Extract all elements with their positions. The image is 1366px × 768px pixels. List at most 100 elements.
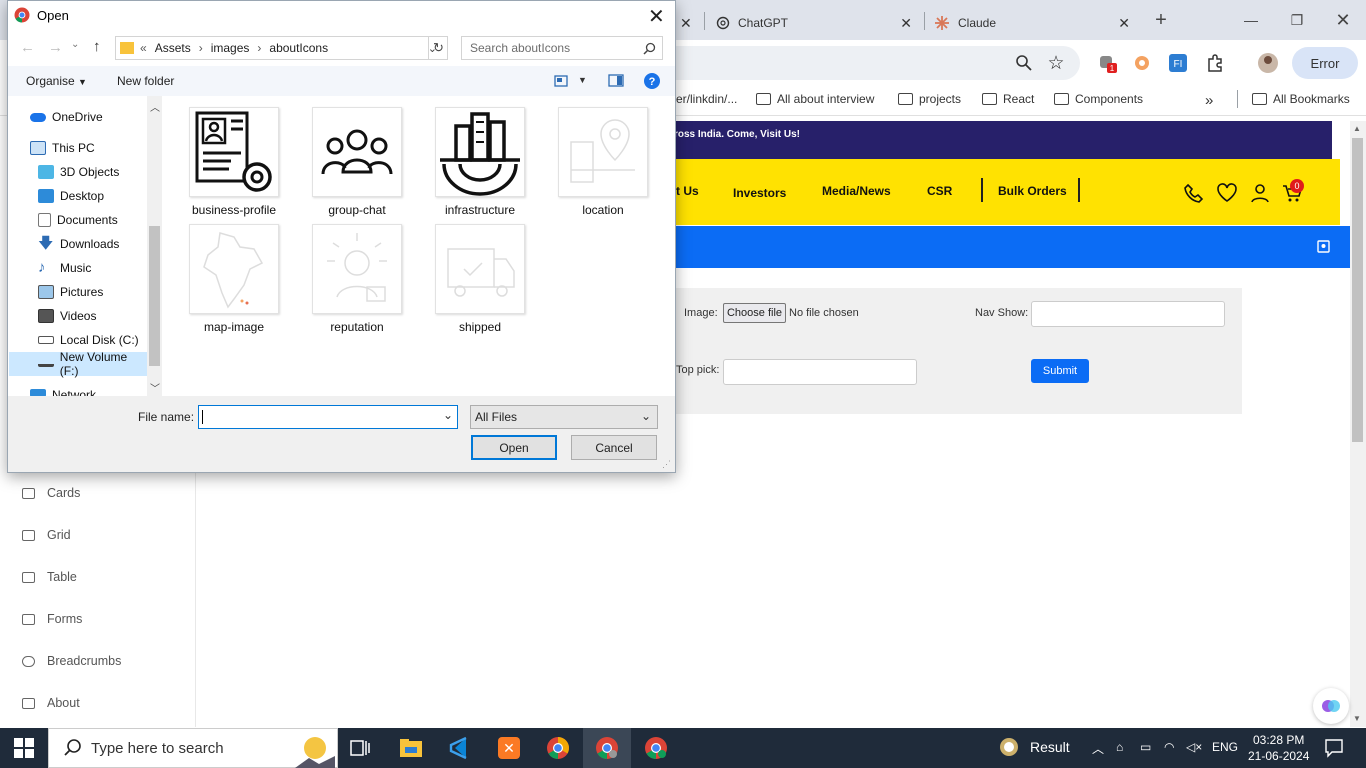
file-item[interactable]: business-profile [179, 107, 289, 217]
breadcrumb-chevron-icon[interactable]: › [199, 41, 203, 55]
more-bookmarks-chevron-icon[interactable]: » [1205, 92, 1213, 109]
restore-button[interactable]: ❐ [1282, 8, 1312, 32]
extension-icon[interactable]: FI [1166, 51, 1190, 75]
tab-close-current[interactable]: ✕ [680, 6, 700, 40]
preview-pane-icon[interactable] [608, 74, 624, 87]
assistant-bubble[interactable] [1313, 688, 1349, 724]
avatar[interactable] [1256, 51, 1280, 75]
view-options-icon[interactable] [554, 75, 568, 87]
choose-file-button[interactable]: Choose file [723, 303, 786, 323]
cancel-button[interactable]: Cancel [571, 435, 657, 460]
puzzle-icon[interactable] [1203, 51, 1227, 75]
file-type-select[interactable]: All Files ⌄ [470, 405, 658, 429]
sidebar-item-forms[interactable]: Forms [22, 612, 82, 626]
taskbar-search[interactable]: Type here to search [48, 728, 338, 768]
close-icon[interactable]: ✕ [900, 15, 912, 32]
chrome-icon[interactable] [543, 733, 573, 763]
all-bookmarks-button[interactable]: All Bookmarks [1252, 92, 1350, 106]
view-dropdown-chevron-icon[interactable]: ▼ [578, 75, 587, 85]
nav-show-input[interactable] [1031, 301, 1225, 327]
bookmark-folder[interactable]: projects [898, 92, 961, 106]
file-item[interactable]: map-image [179, 224, 289, 334]
new-tab-button[interactable]: + [1146, 8, 1176, 32]
chrome-profile-icon[interactable] [592, 733, 622, 763]
file-name-input[interactable]: ⌄ [198, 405, 458, 429]
bookmark-star-icon[interactable]: ☆ [1044, 51, 1068, 75]
clock[interactable]: 03:28 PM 21-06-2024 [1248, 732, 1309, 764]
vscode-icon[interactable] [445, 733, 475, 763]
extension-icon[interactable]: 1 [1096, 51, 1120, 75]
bookmark-item[interactable]: er/linkdin/... [676, 92, 737, 106]
organise-menu[interactable]: Organise ▼ [26, 74, 87, 88]
file-item[interactable]: shipped [425, 224, 535, 334]
phone-icon[interactable] [1183, 182, 1205, 204]
page-scroll-thumb[interactable] [1352, 138, 1363, 442]
scroll-down-arrow-icon[interactable]: ▼ [1353, 714, 1361, 723]
meet-now-icon[interactable]: ⌂ [1116, 740, 1123, 754]
language-indicator[interactable]: ENG [1212, 740, 1238, 754]
help-icon[interactable]: ? [643, 72, 661, 90]
forward-arrow-icon[interactable]: → [48, 39, 63, 56]
image-icon[interactable] [1317, 240, 1330, 253]
sidebar-item-about[interactable]: About [22, 696, 80, 710]
zoom-icon[interactable] [1012, 51, 1036, 75]
recent-locations-chevron-icon[interactable]: ⌄ [71, 39, 79, 50]
breadcrumb-item[interactable]: aboutIcons [269, 41, 328, 55]
scroll-up-arrow-icon[interactable]: ▲ [1353, 124, 1361, 133]
notifications-icon[interactable] [1324, 738, 1344, 758]
resize-grip-icon[interactable]: ⋰ [662, 459, 671, 470]
top-pick-input[interactable] [723, 359, 917, 385]
scroll-down-chevron-icon[interactable]: ﹀ [150, 380, 160, 395]
nav-pane-scroll-thumb[interactable] [149, 226, 160, 366]
up-arrow-icon[interactable]: ↑ [93, 38, 101, 55]
bookmark-folder[interactable]: Components [1054, 92, 1143, 106]
nav-contact-us[interactable]: t Us [676, 184, 699, 198]
bookmark-folder[interactable]: React [982, 92, 1034, 106]
nav-media-news[interactable]: Media/News [822, 184, 891, 198]
close-icon[interactable]: ✕ [1118, 15, 1130, 32]
refresh-icon[interactable]: ↻ [428, 36, 448, 60]
tab-chatgpt[interactable]: ChatGPT ✕ [716, 6, 912, 40]
chrome-profile-icon[interactable] [641, 733, 671, 763]
breadcrumb-chevron-icon[interactable]: › [257, 41, 261, 55]
dialog-search-input[interactable]: Search aboutIcons [461, 36, 663, 60]
sidebar-item-grid[interactable]: Grid [22, 528, 71, 542]
open-button[interactable]: Open [471, 435, 557, 460]
volume-muted-icon[interactable]: ◁× [1186, 740, 1202, 754]
windows-start-icon[interactable] [14, 738, 34, 758]
sidebar-item-cards[interactable]: Cards [22, 486, 80, 500]
nav-investors[interactable]: Investors [733, 186, 786, 200]
heart-icon[interactable] [1216, 182, 1238, 204]
wifi-icon[interactable]: ◠ [1164, 740, 1174, 754]
new-folder-button[interactable]: New folder [117, 74, 174, 88]
battery-icon[interactable]: ▭ [1140, 740, 1151, 754]
sidebar-item-breadcrumbs[interactable]: Breadcrumbs [22, 654, 121, 668]
bookmark-folder[interactable]: All about interview [756, 92, 874, 106]
show-hidden-icons-chevron-icon[interactable]: ︿ [1092, 740, 1104, 757]
nav-item-new-volume[interactable]: New Volume (F:) [9, 350, 148, 378]
dialog-address-bar[interactable]: « Assets › images › aboutIcons ⌄ [115, 36, 448, 60]
breadcrumb-overflow-icon[interactable]: « [140, 41, 147, 55]
submit-button[interactable]: Submit [1031, 359, 1089, 383]
file-item[interactable]: infrastructure [425, 107, 535, 217]
user-icon[interactable] [1249, 182, 1271, 204]
sidebar-item-table[interactable]: Table [22, 570, 77, 584]
task-view-icon[interactable] [345, 733, 375, 763]
file-item[interactable]: group-chat [302, 107, 412, 217]
dialog-close-icon[interactable]: ✕ [648, 4, 665, 29]
nav-csr[interactable]: CSR [927, 184, 952, 198]
breadcrumb-item[interactable]: images [211, 41, 250, 55]
file-explorer-icon[interactable] [396, 733, 426, 763]
file-name-dropdown-chevron-icon[interactable]: ⌄ [443, 408, 453, 422]
scroll-up-chevron-icon[interactable]: ︿ [150, 99, 160, 114]
nav-bulk-orders[interactable]: Bulk Orders [998, 184, 1067, 198]
breadcrumb-item[interactable]: Assets [155, 41, 191, 55]
back-arrow-icon[interactable]: ← [20, 39, 35, 56]
tab-claude[interactable]: Claude ✕ [934, 6, 1130, 40]
file-item[interactable]: reputation [302, 224, 412, 334]
file-item[interactable]: location [548, 107, 658, 217]
window-close-button[interactable]: ✕ [1328, 8, 1358, 32]
xampp-icon[interactable]: ✕ [494, 733, 524, 763]
profile-error-button[interactable]: Error [1292, 47, 1358, 79]
minimize-button[interactable]: — [1236, 8, 1266, 32]
